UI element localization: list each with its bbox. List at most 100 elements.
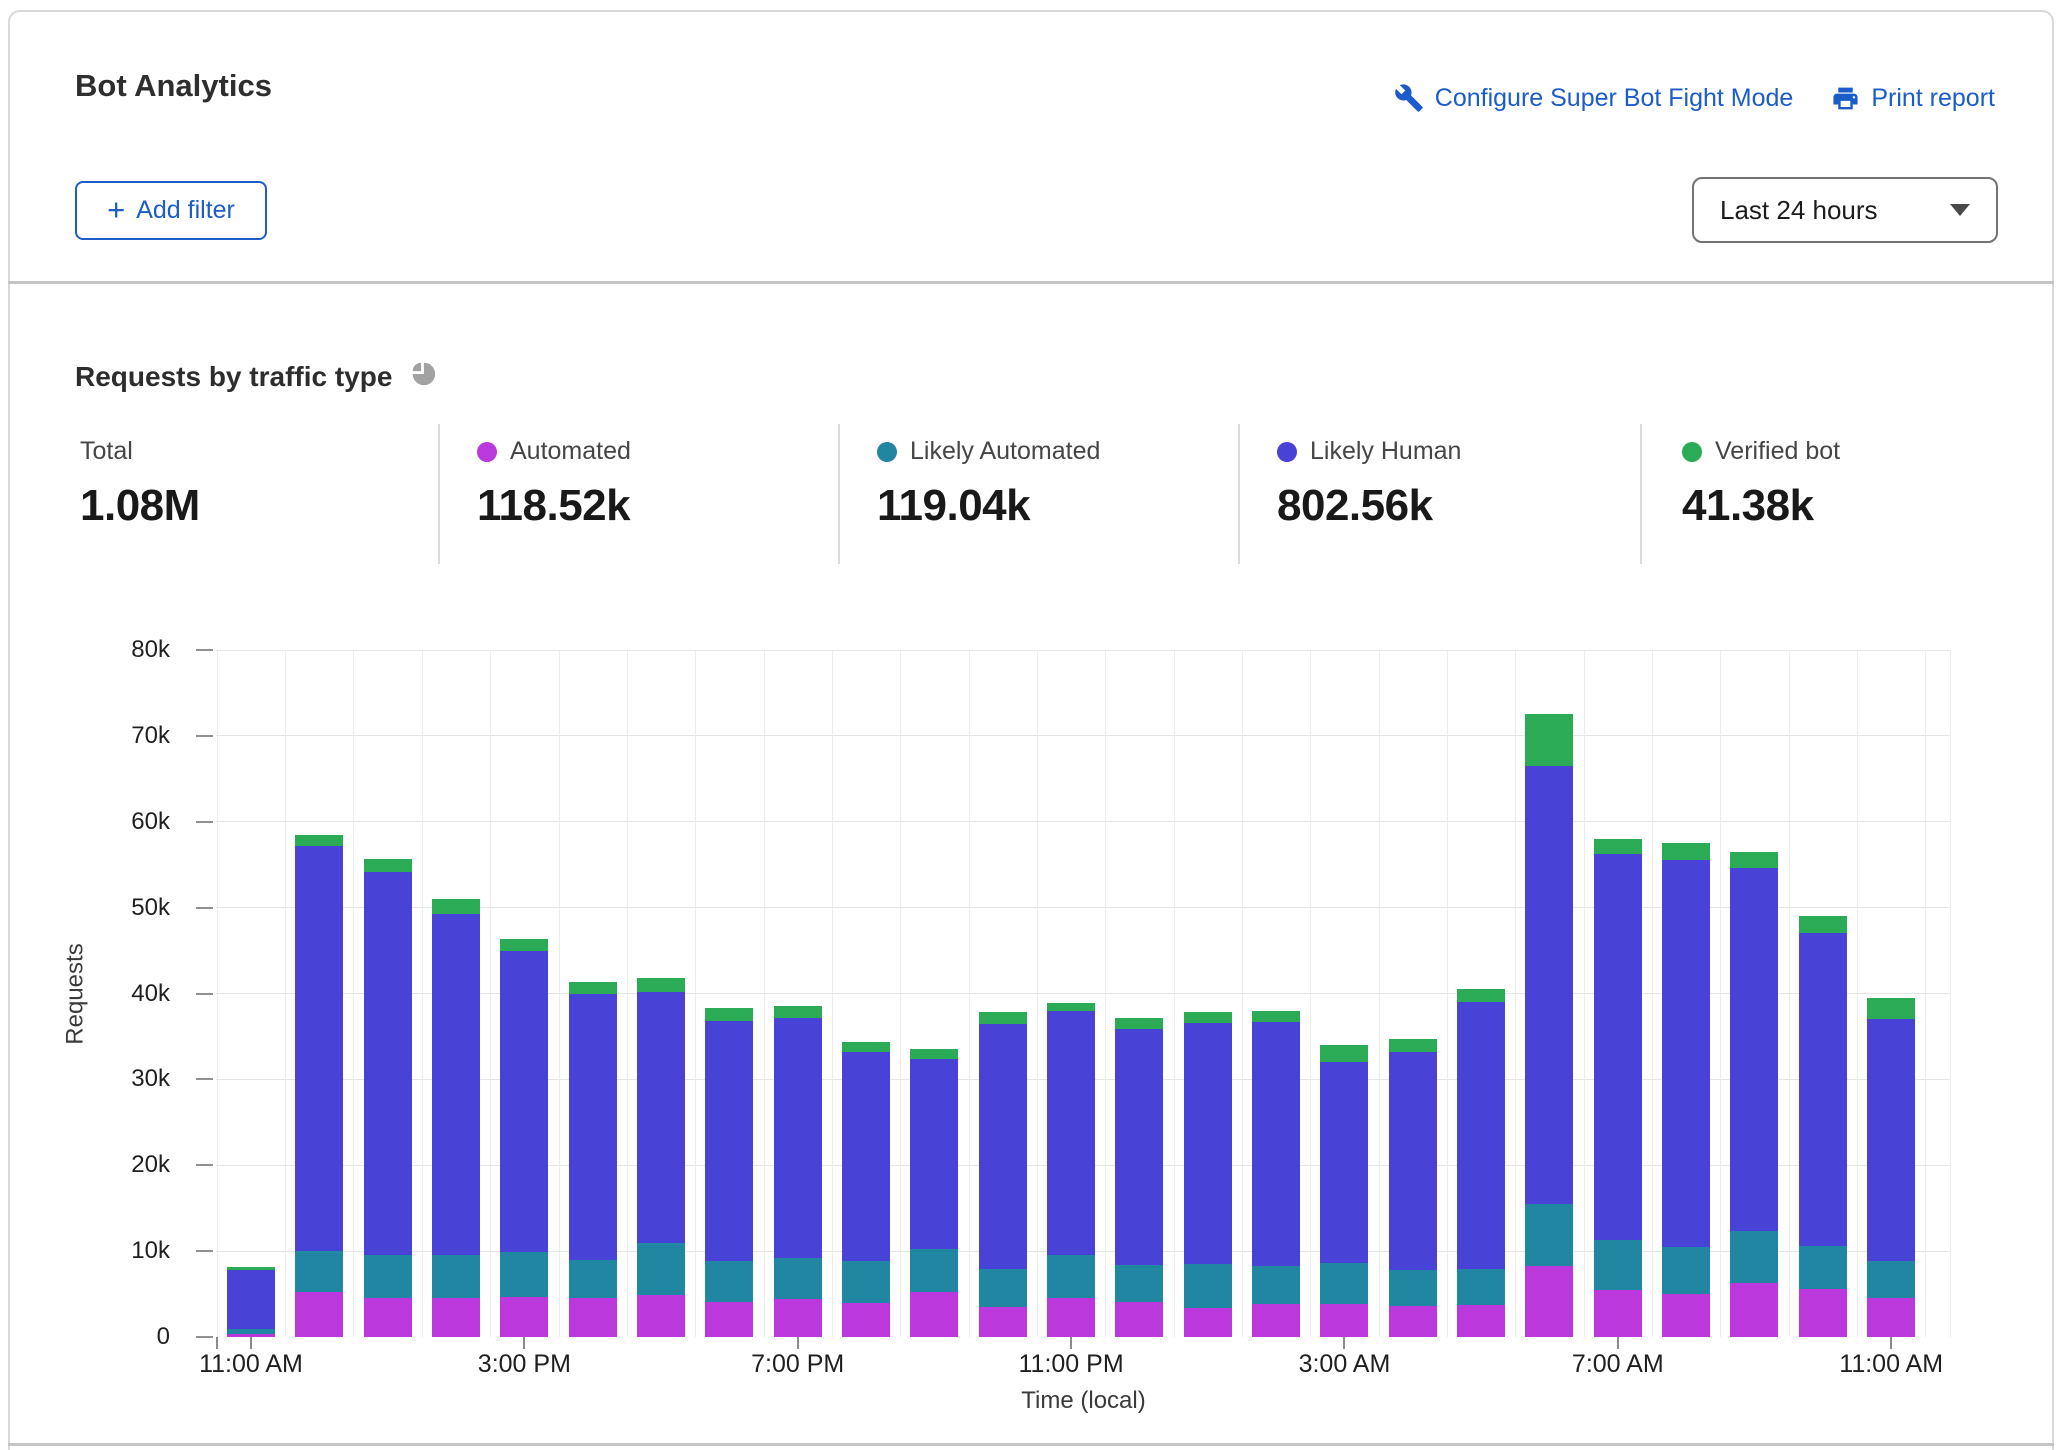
bar-column-12-00-am[interactable]: [1115, 650, 1163, 1337]
bar-column-3-00-am[interactable]: [1320, 650, 1368, 1337]
bar-segment-likely-automated: [432, 1255, 480, 1297]
bar-segment-likely-human: [1184, 1023, 1232, 1264]
bar-segment-likely-human: [569, 994, 617, 1259]
bar-column-4-00-am[interactable]: [1389, 650, 1437, 1337]
bar-column-3-00-pm[interactable]: [500, 650, 548, 1337]
y-axis-title: Requests: [56, 650, 96, 1337]
bar-column-10-00-am[interactable]: [1799, 650, 1847, 1337]
legend-dot-likely-human: [1277, 442, 1297, 462]
bar-column-11-00-pm[interactable]: [1047, 650, 1095, 1337]
x-axis-tick: [523, 1337, 525, 1349]
bar-segment-likely-automated: [910, 1249, 958, 1293]
header-divider: [8, 281, 2054, 284]
v-gridline: [1925, 650, 1926, 1337]
y-tick-label: 40k: [104, 980, 170, 1008]
bar-segment-automated: [1389, 1306, 1437, 1337]
bar-column-5-00-pm[interactable]: [637, 650, 685, 1337]
bar-segment-likely-human: [910, 1059, 958, 1249]
v-gridline: [1310, 650, 1311, 1337]
stat-divider: [838, 424, 840, 564]
bar-column-11-00-am[interactable]: [1867, 650, 1915, 1337]
bar-column-8-00-pm[interactable]: [842, 650, 890, 1337]
bar-segment-likely-human: [1047, 1011, 1095, 1255]
stat-label: Likely Automated: [910, 437, 1100, 466]
y-tick-label: 30k: [104, 1065, 170, 1093]
x-axis-tick: [250, 1337, 252, 1349]
stat-total: Total 1.08M: [80, 437, 200, 531]
bar-segment-likely-automated: [500, 1252, 548, 1297]
bar-segment-automated: [1867, 1298, 1915, 1338]
stat-value: 118.52k: [477, 481, 631, 531]
bar-column-5-00-am[interactable]: [1457, 650, 1505, 1337]
pie-chart-icon: [408, 358, 438, 395]
time-range-select[interactable]: Last 24 hours: [1692, 177, 1998, 243]
bar-segment-verified-bot: [637, 978, 685, 992]
bar-segment-likely-automated: [1252, 1266, 1300, 1305]
stat-label: Verified bot: [1715, 437, 1840, 466]
header-links: Configure Super Bot Fight Mode Print rep…: [1394, 83, 1995, 113]
add-filter-button[interactable]: + Add filter: [75, 181, 267, 240]
bar-segment-likely-human: [1115, 1029, 1163, 1265]
bar-segment-verified-bot: [1320, 1045, 1368, 1062]
bar-segment-automated: [569, 1298, 617, 1337]
y-tick-label: 80k: [104, 636, 170, 664]
bar-column-7-00-pm[interactable]: [774, 650, 822, 1337]
stat-verified-bot: Verified bot 41.38k: [1682, 437, 1840, 531]
print-report-link[interactable]: Print report: [1831, 84, 1995, 113]
bar-column-11-00-am[interactable]: [227, 650, 275, 1337]
bar-column-7-00-am[interactable]: [1594, 650, 1642, 1337]
bar-column-8-00-am[interactable]: [1662, 650, 1710, 1337]
bar-segment-likely-automated: [1525, 1204, 1573, 1266]
v-gridline: [1174, 650, 1175, 1337]
bar-column-10-00-pm[interactable]: [979, 650, 1027, 1337]
bar-segment-likely-human: [1457, 1002, 1505, 1269]
x-tick-label: 7:00 AM: [1538, 1350, 1698, 1379]
bar-column-6-00-am[interactable]: [1525, 650, 1573, 1337]
v-gridline: [627, 650, 628, 1337]
printer-icon: [1831, 84, 1860, 113]
stat-automated: Automated 118.52k: [477, 437, 631, 531]
configure-sbfm-link[interactable]: Configure Super Bot Fight Mode: [1394, 83, 1794, 113]
x-axis-tick: [1890, 1337, 1892, 1349]
bar-segment-automated: [842, 1303, 890, 1337]
x-tick-label: 3:00 AM: [1264, 1350, 1424, 1379]
bar-segment-likely-human: [364, 872, 412, 1254]
bar-column-1-00-pm[interactable]: [364, 650, 412, 1337]
v-gridline: [422, 650, 423, 1337]
v-gridline: [1037, 650, 1038, 1337]
bar-column-12-00-pm[interactable]: [295, 650, 343, 1337]
bar-segment-likely-automated: [979, 1269, 1027, 1307]
bar-column-6-00-pm[interactable]: [705, 650, 753, 1337]
bar-segment-verified-bot: [1184, 1012, 1232, 1022]
bar-segment-verified-bot: [1730, 852, 1778, 868]
stat-divider: [1640, 424, 1642, 564]
bar-segment-likely-human: [842, 1052, 890, 1261]
x-axis-tick: [1617, 1337, 1619, 1349]
bar-segment-verified-bot: [227, 1267, 275, 1270]
bar-column-9-00-am[interactable]: [1730, 650, 1778, 1337]
y-axis-tick: [196, 1250, 213, 1252]
page-title: Bot Analytics: [75, 68, 272, 104]
x-axis-title: Time (local): [216, 1387, 1951, 1415]
y-tick-label: 0: [104, 1323, 170, 1351]
y-axis-tick: [196, 649, 213, 651]
bar-segment-automated: [637, 1295, 685, 1337]
bar-segment-verified-bot: [774, 1006, 822, 1018]
bar-segment-likely-human: [1594, 854, 1642, 1240]
bar-segment-likely-human: [1252, 1022, 1300, 1266]
bar-column-4-00-pm[interactable]: [569, 650, 617, 1337]
bar-segment-verified-bot: [500, 939, 548, 951]
bar-column-1-00-am[interactable]: [1184, 650, 1232, 1337]
x-tick-label: 7:00 PM: [718, 1350, 878, 1379]
v-gridline: [1242, 650, 1243, 1337]
y-axis-tick: [196, 907, 213, 909]
bar-column-2-00-pm[interactable]: [432, 650, 480, 1337]
y-axis-tick: [196, 1078, 213, 1080]
v-gridline: [1584, 650, 1585, 1337]
v-gridline: [1379, 650, 1380, 1337]
bar-segment-likely-automated: [1867, 1261, 1915, 1298]
bar-segment-likely-human: [1320, 1062, 1368, 1263]
bar-segment-likely-human: [705, 1021, 753, 1261]
bar-column-2-00-am[interactable]: [1252, 650, 1300, 1337]
bar-column-9-00-pm[interactable]: [910, 650, 958, 1337]
